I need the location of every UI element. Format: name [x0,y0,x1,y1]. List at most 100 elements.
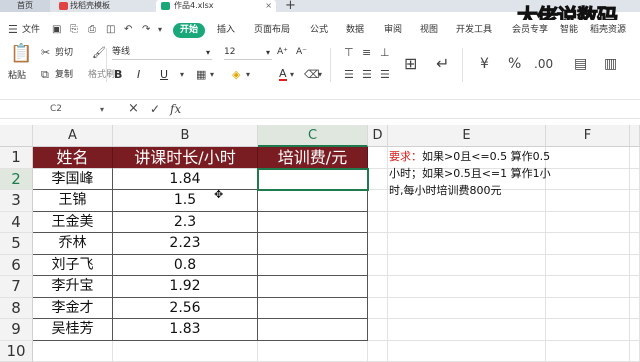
grid-cell[interactable] [388,341,546,362]
underline-button[interactable]: U [160,69,168,81]
shrink-font-button[interactable]: A⁻ [296,46,307,58]
font-color-button[interactable]: A [279,68,287,81]
align-right-icon[interactable]: ☰ [380,69,390,81]
name-cell[interactable]: 李国峰 [33,169,113,191]
menu-review[interactable]: 审阅 [384,23,402,37]
fee-cell[interactable] [258,255,368,277]
grid-cell[interactable] [630,169,640,191]
cancel-formula-button[interactable]: × [128,103,139,115]
row-header-3[interactable]: 3 [0,190,33,212]
hours-cell[interactable]: 1.5 [113,190,258,212]
grid-cell[interactable] [113,341,258,362]
hours-cell[interactable]: 2.3 [113,212,258,234]
fee-cell[interactable] [258,298,368,320]
chevron-down-icon[interactable]: ▾ [246,69,250,81]
copy-button[interactable]: 复制 [55,69,73,81]
grid-cell[interactable] [258,341,368,362]
grid-cell[interactable] [630,233,640,255]
save-icon[interactable]: ▣ [52,24,61,36]
menu-data[interactable]: 数据 [346,23,364,37]
grid-cell[interactable] [368,190,388,212]
column-header-d[interactable]: D [368,125,388,147]
align-center-icon[interactable]: ☰ [362,69,372,81]
align-top-icon[interactable]: ⊤ [344,47,354,59]
row-header-10[interactable]: 10 [0,341,33,362]
grid-cell[interactable] [388,233,546,255]
format-painter-button[interactable]: 格式刷 [88,69,115,81]
name-cell[interactable]: 吴桂芳 [33,319,113,341]
table-header-cell[interactable]: 培训费/元 [258,147,368,169]
grid-cell[interactable] [546,276,630,298]
menu-docer[interactable]: 稻壳资源 [590,23,626,37]
border-icon[interactable]: ▦ [196,69,206,81]
chevron-down-icon[interactable]: ▾ [210,69,214,81]
grid-cell[interactable] [630,319,640,341]
grow-font-button[interactable]: A⁺ [277,46,288,58]
row-header-8[interactable]: 8 [0,298,33,320]
undo-icon[interactable]: ↶ [124,24,132,36]
grid-cell[interactable] [368,212,388,234]
menu-file[interactable]: 文件 [22,23,40,37]
paste-button[interactable]: 粘贴 [8,70,26,82]
align-bottom-icon[interactable]: ⊥ [380,47,390,59]
grid-cell[interactable] [368,169,388,191]
align-left-icon[interactable]: ☰ [344,69,354,81]
grid-cell[interactable] [630,298,640,320]
bold-button[interactable]: B [114,69,122,81]
hours-cell[interactable]: 1.83 [113,319,258,341]
grid-cell[interactable] [368,147,388,169]
grid-cell[interactable] [630,341,640,362]
name-cell[interactable]: 王锦 [33,190,113,212]
name-cell[interactable]: 李金才 [33,298,113,320]
grid-cell[interactable] [546,298,630,320]
grid-cell[interactable] [546,233,630,255]
hamburger-icon[interactable]: ☰ [8,24,18,36]
tab-file[interactable]: 作品4.xlsx × [156,0,276,12]
fee-cell[interactable] [258,276,368,298]
insert-function-button[interactable]: fx [170,103,181,115]
grid-cell[interactable] [368,341,388,362]
row-header-2[interactable]: 2 [0,169,33,191]
new-tab-button[interactable]: + [285,0,296,13]
chevron-down-icon[interactable]: ▾ [158,24,162,36]
row-header-6[interactable]: 6 [0,255,33,277]
name-box[interactable]: C2 ▾ [0,102,120,117]
row-header-9[interactable]: 9 [0,319,33,341]
menu-formulas[interactable]: 公式 [310,23,328,37]
grid-cell[interactable] [546,212,630,234]
row-header-7[interactable]: 7 [0,276,33,298]
name-cell[interactable]: 刘子飞 [33,255,113,277]
fee-cell[interactable] [258,212,368,234]
table-header-cell[interactable]: 讲课时长/小时 [113,147,258,169]
hours-cell[interactable]: 2.56 [113,298,258,320]
tab-home[interactable]: 首页 [0,0,50,12]
fee-cell[interactable] [258,319,368,341]
grid-cell[interactable] [368,298,388,320]
merge-cells-icon[interactable]: ⊞ [404,58,417,70]
chevron-down-icon[interactable]: ▾ [180,69,184,81]
align-middle-icon[interactable]: ≡ [362,47,371,59]
select-all-corner[interactable] [0,125,33,147]
fee-cell[interactable] [258,233,368,255]
table-header-cell[interactable]: 姓名 [33,147,113,169]
hours-cell[interactable]: 0.8 [113,255,258,277]
italic-button[interactable]: I [137,69,140,81]
preview-icon[interactable]: ◫ [106,24,115,36]
menu-smart[interactable]: 智能 [560,23,578,37]
grid-cell[interactable] [368,319,388,341]
hours-cell[interactable]: 2.23 [113,233,258,255]
decimal-icon[interactable]: .00 [534,58,553,70]
grid-cell[interactable] [630,190,640,212]
chevron-down-icon[interactable]: ▾ [318,69,322,81]
menu-insert[interactable]: 插入 [217,23,235,37]
percent-icon[interactable]: % [508,58,521,70]
name-cell[interactable]: 乔林 [33,233,113,255]
menu-member[interactable]: 会员专享 [512,23,548,37]
menu-view[interactable]: 视图 [420,23,438,37]
column-header-e[interactable]: E [388,125,546,147]
format-painter-icon[interactable]: 🖌 [92,47,106,59]
grid-cell[interactable] [368,233,388,255]
chevron-down-icon[interactable]: ▾ [290,69,294,81]
conditional-format-icon[interactable]: ▤ [574,58,587,70]
grid-cell[interactable] [33,341,113,362]
